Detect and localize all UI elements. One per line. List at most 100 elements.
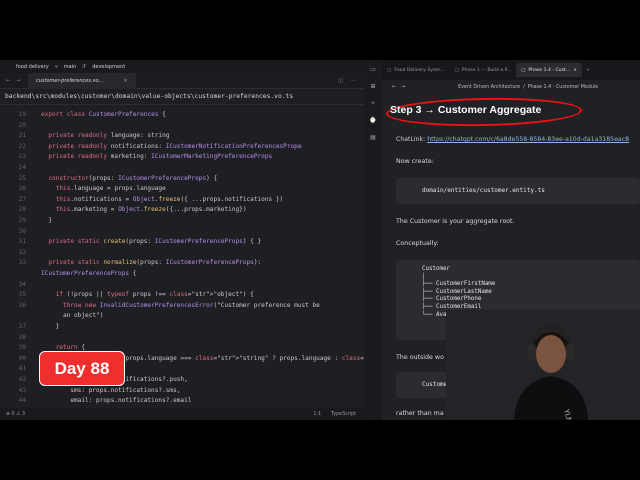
line-number: 36 [18,301,26,309]
bookmark-icon[interactable]: ⊞ [370,83,375,90]
letterbox-bottom [0,420,640,480]
line-number: 20 [18,121,26,129]
page-icon: ▢ [387,67,392,73]
browser-tab-label: Phase 1.4 - Cust... [528,67,571,73]
line-number: 23 [18,153,26,161]
paragraph: Conceptually: [396,240,439,247]
line-number: 35 [18,291,26,299]
line-number: 28 [18,206,26,214]
editor-status-bar: ⊗ 0 ⚠ 3 1:1 TypeScript [0,408,364,420]
chat-link: ChatLink: https://chatgpt.com/c/6a8de558… [396,136,629,143]
day-badge: Day 88 [39,351,125,386]
code-line: constructor(props: ICustomerPreferencePr… [48,174,218,182]
line-number: 29 [18,217,26,224]
paragraph: The outside wo [396,354,444,361]
env-name[interactable]: development [92,64,125,70]
branch-name[interactable]: main [64,64,77,70]
split-icon[interactable]: ◫ [338,78,343,84]
close-icon[interactable]: × [573,68,577,73]
forward-icon[interactable]: → [401,85,405,90]
line-number: 27 [18,195,26,203]
editor-tabbar: ← → customer-preferences.vo... × ◫ ⋯ [0,72,364,89]
code-line: private static create(props: ICustomerPr… [48,238,262,246]
close-icon[interactable]: × [123,78,127,84]
browser-tab-label: Food Delivery Syste... [394,67,445,73]
language-mode[interactable]: TypeScript [331,412,356,417]
browser-sidebar: ▭ ⊞ ✧ ⌚ ▤ [364,60,382,420]
cursor-position[interactable]: 1:1 [313,412,321,417]
problems-indicator[interactable]: ⊗ 0 ⚠ 3 [6,412,25,417]
extension-icon[interactable]: ✧ [370,100,375,107]
browser-nav-bar: ← → Event Driven Architecture / Phase 1.… [382,80,640,94]
code-line: email: props.notifications?.email [41,397,192,405]
line-number: 32 [18,248,26,256]
paragraph: Now create: [396,158,434,165]
more-icon[interactable]: ⋯ [351,78,356,84]
notes-icon[interactable]: ▤ [370,134,376,141]
browser-tab-3[interactable]: ▢ Phase 1.4 - Cust... × [516,63,583,77]
line-number: 39 [18,344,26,352]
back-icon[interactable]: ← [392,85,396,90]
breadcrumb-item[interactable]: Phase 1.4 - Customer Module [528,85,599,90]
line-number: 25 [18,174,26,182]
line-number: 31 [18,238,26,246]
page-breadcrumb: Event Driven Architecture / Phase 1.4 - … [458,85,598,90]
code-line: private readonly language: string [48,132,170,140]
line-number: 42 [18,376,26,383]
code-line: private readonly notifications: ICustome… [48,142,302,150]
code-block: domain/entities/customer.entity.ts [396,178,640,204]
branch-icon: ⑂ [54,63,58,70]
line-number: 44 [18,397,26,405]
code-line: this.marketing = Object.freeze({...props… [55,206,247,214]
browser-tab-1[interactable]: ▢ Food Delivery Syste... [382,63,449,77]
code-line: this.notifications = Object.freeze({ ...… [55,195,284,203]
browser-tabs: ▢ Food Delivery Syste... ▢ Phase 1 — Build… [382,60,640,80]
line-number: 37 [18,323,26,330]
history-icon[interactable]: ⌚ [369,117,376,124]
file-path-breadcrumb: backend\src\modules\customer\domain\valu… [0,89,364,105]
page-icon: ▢ [454,67,459,73]
chat-link-url[interactable]: https://chatgpt.com/c/6a8de558-8584-83ee… [427,136,629,143]
paragraph: The Customer is your aggregate root. [396,218,515,225]
back-icon[interactable]: ← [6,78,10,84]
line-number: 34 [18,280,26,288]
line-number: 22 [18,142,26,150]
line-number: 43 [18,386,26,394]
code-line: } [41,217,53,224]
code-line: private static normalize(props: ICustome… [48,259,262,267]
line-number: 40 [18,354,26,362]
line-number: 41 [18,365,26,373]
code-line: sms: props.notifications?.sms, [41,386,181,394]
code-line: if (!props || typeof props !== class="st… [55,291,254,299]
project-name[interactable]: food delivery [16,64,49,70]
browser-tab-label: Phase 1 — Build a P... [461,67,512,73]
browser-tab-2[interactable]: ▢ Phase 1 — Build a P... [449,63,516,77]
line-number: 24 [18,164,26,171]
sidebar-toggle-icon[interactable]: ▭ [370,66,376,73]
breadcrumb-item[interactable]: Event Driven Architecture [458,85,520,90]
line-number: 38 [18,333,26,341]
code-line: } [41,323,60,330]
code-line: ICustomerPreferenceProps { [41,270,137,277]
forward-icon[interactable]: → [16,78,20,84]
line-number: 21 [18,132,26,140]
line-number: 19 [18,111,26,118]
code-line: export class CustomerPreferences { [41,111,166,118]
editor-tab[interactable]: customer-preferences.vo... × [28,72,136,89]
chat-link-label: ChatLink: [396,136,428,143]
breadcrumb-separator: / [523,84,525,90]
letterbox-top [0,0,640,60]
editor-titlebar: food delivery ⑂ main ℱ development [0,60,364,73]
env-icon: ℱ [82,63,87,70]
line-number: 33 [18,259,26,267]
code-line: throw new InvalidCustomerPreferencesErro… [63,301,320,309]
code-line: this.language = props.language [55,185,166,193]
line-number: 30 [18,227,26,235]
page-icon: ▢ [521,67,526,73]
page-heading: Step 3 → Customer Aggregate [390,104,542,116]
paragraph: rather than ma [396,410,444,417]
code-line: an object") [41,312,104,320]
code-line: private readonly marketing: ICustomerMar… [48,153,273,161]
new-tab-icon[interactable]: + [582,68,590,73]
editor-tab-label: customer-preferences.vo... [36,77,104,84]
